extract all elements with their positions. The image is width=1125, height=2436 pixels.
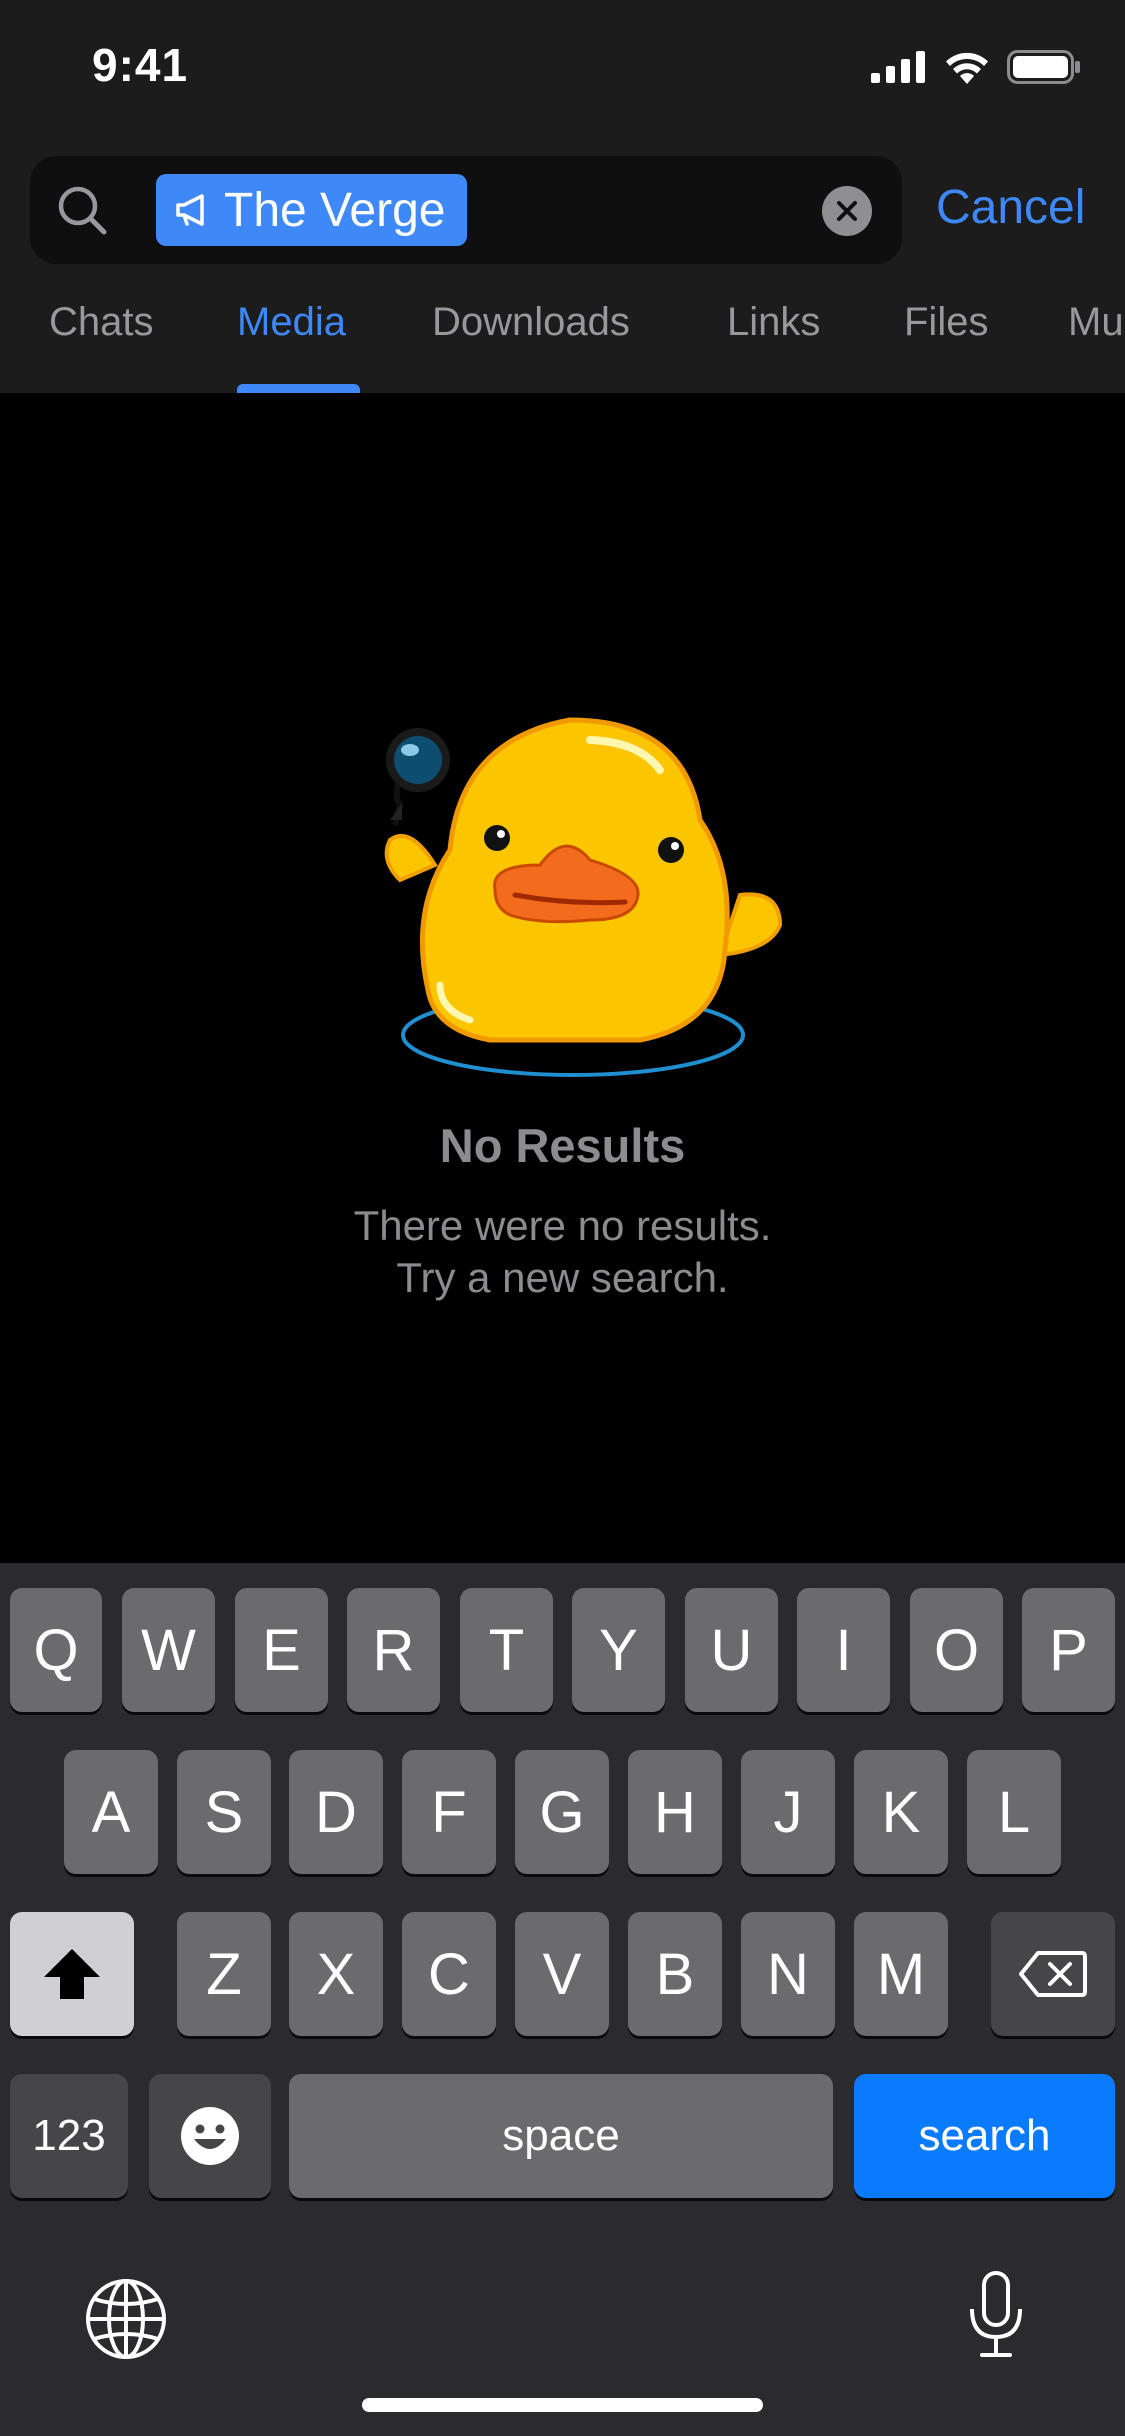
key-k[interactable]: K (854, 1750, 948, 1874)
globe-icon[interactable] (84, 2277, 168, 2361)
empty-state-subtitle: There were no results. Try a new search. (0, 1200, 1125, 1304)
numbers-key[interactable]: 123 (10, 2074, 128, 2198)
key-w[interactable]: W (122, 1588, 215, 1712)
key-o[interactable]: O (910, 1588, 1003, 1712)
megaphone-icon (176, 194, 204, 226)
backspace-key[interactable] (991, 1912, 1115, 2036)
empty-state-line-1: There were no results. (353, 1202, 772, 1249)
key-e[interactable]: E (235, 1588, 328, 1712)
tab-chats[interactable]: Chats (49, 300, 154, 345)
wifi-icon (946, 52, 988, 84)
tab-links[interactable]: Links (727, 300, 820, 345)
microphone-icon[interactable] (966, 2269, 1026, 2361)
active-tab-indicator (237, 384, 360, 393)
empty-state-line-2: Try a new search. (396, 1254, 729, 1301)
home-indicator[interactable] (362, 2398, 763, 2412)
status-bar: 9:41 (0, 0, 1125, 140)
key-h[interactable]: H (628, 1750, 722, 1874)
key-n[interactable]: N (741, 1912, 835, 2036)
key-c[interactable]: C (402, 1912, 496, 2036)
emoji-key[interactable] (149, 2074, 271, 2198)
tab-music[interactable]: Mu (1068, 300, 1124, 345)
shift-key[interactable] (10, 1912, 134, 2036)
key-p[interactable]: P (1022, 1588, 1115, 1712)
key-s[interactable]: S (177, 1750, 271, 1874)
search-filter-token[interactable]: The Verge (156, 174, 468, 246)
search-input[interactable]: The Verge (30, 156, 902, 264)
key-m[interactable]: M (854, 1912, 948, 2036)
key-y[interactable]: Y (572, 1588, 665, 1712)
key-j[interactable]: J (741, 1750, 835, 1874)
status-time: 9:41 (92, 39, 189, 91)
key-l[interactable]: L (967, 1750, 1061, 1874)
key-d[interactable]: D (289, 1750, 383, 1874)
key-x[interactable]: X (289, 1912, 383, 2036)
shift-icon (44, 1949, 100, 1999)
key-q[interactable]: Q (10, 1588, 102, 1712)
key-f[interactable]: F (402, 1750, 496, 1874)
search-key[interactable]: search (854, 2074, 1115, 2198)
key-i[interactable]: I (797, 1588, 890, 1712)
space-key[interactable]: space (289, 2074, 833, 2198)
search-icon (58, 186, 107, 235)
key-a[interactable]: A (64, 1750, 158, 1874)
key-g[interactable]: G (515, 1750, 609, 1874)
tab-media[interactable]: Media (237, 300, 346, 345)
backspace-icon (1019, 1951, 1087, 1997)
key-v[interactable]: V (515, 1912, 609, 2036)
key-b[interactable]: B (628, 1912, 722, 2036)
filter-tabs: Chats Media Downloads Links Files Mu (0, 290, 1125, 393)
search-row: The Verge Cancel (0, 156, 1125, 264)
key-z[interactable]: Z (177, 1912, 271, 2036)
emoji-icon (181, 2107, 239, 2165)
key-u[interactable]: U (685, 1588, 778, 1712)
empty-state-title: No Results (439, 1119, 686, 1172)
duck-illustration (384, 717, 783, 1077)
signal-icon (871, 51, 925, 83)
tab-downloads[interactable]: Downloads (432, 300, 630, 345)
status-icons (871, 50, 1081, 84)
clear-search-button[interactable] (822, 186, 872, 236)
cancel-button[interactable]: Cancel (936, 180, 1085, 235)
tab-files[interactable]: Files (904, 300, 988, 345)
battery-icon (1007, 50, 1080, 84)
token-label: The Verge (224, 183, 446, 237)
close-icon (837, 201, 857, 221)
key-r[interactable]: R (347, 1588, 440, 1712)
key-t[interactable]: T (460, 1588, 553, 1712)
keyboard: Q W E R T Y U I O P A S D F G H J K L Z … (0, 1563, 1125, 2436)
